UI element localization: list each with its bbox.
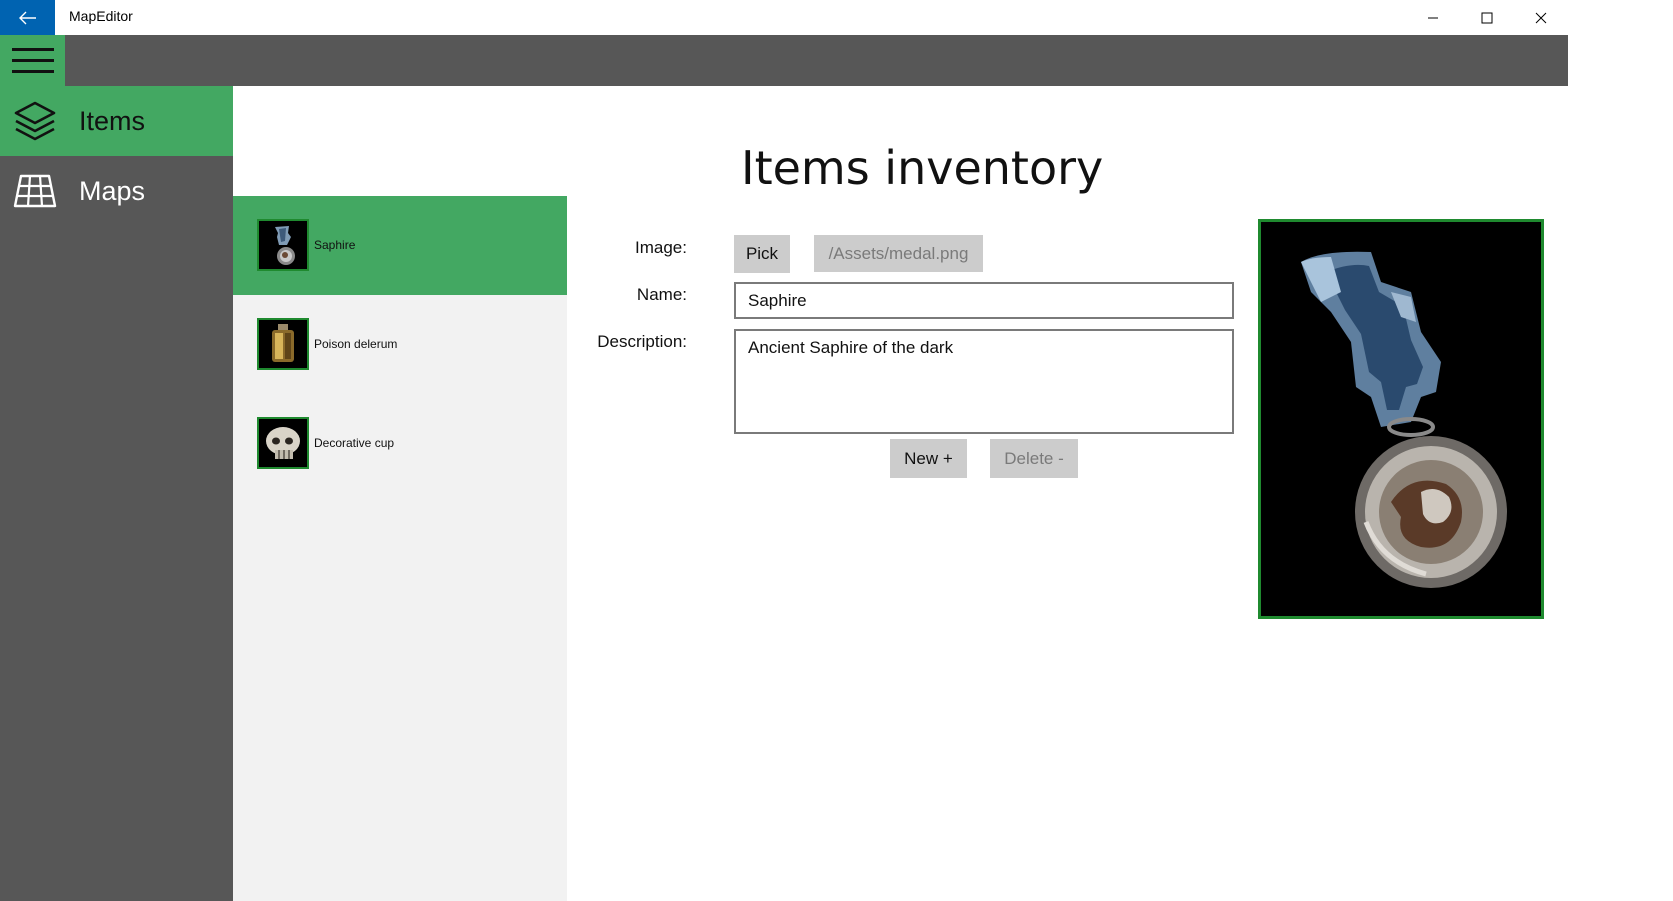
image-path-field: /Assets/medal.png <box>814 235 983 272</box>
description-label: Description: <box>597 332 687 351</box>
hamburger-line <box>11 70 54 73</box>
minimize-icon <box>1428 17 1438 18</box>
nav-item-label: Items <box>79 105 146 136</box>
pick-image-button[interactable]: Pick <box>734 235 790 273</box>
header-bar <box>0 35 1568 86</box>
hamburger-line <box>11 59 54 62</box>
nav-item-label: Maps <box>79 175 146 206</box>
hamburger-line <box>11 48 54 51</box>
hamburger-menu-button[interactable] <box>0 35 65 86</box>
grid-map-icon <box>13 174 57 208</box>
close-icon <box>1535 12 1547 23</box>
minimize-button[interactable] <box>1406 0 1460 35</box>
list-item[interactable]: Poison delerum <box>233 295 567 394</box>
list-item-name: Decorative cup <box>314 436 395 450</box>
list-item[interactable]: Decorative cup <box>233 394 567 493</box>
item-list: Saphire Poison delerum Decorative cup <box>233 196 567 901</box>
new-item-button[interactable]: New + <box>890 439 967 478</box>
description-input[interactable]: Ancient Saphire of the dark <box>734 329 1234 434</box>
image-label: Image: <box>635 238 687 257</box>
list-item[interactable]: Saphire <box>233 196 567 295</box>
skull-cup-icon <box>257 417 309 469</box>
window-edge <box>1568 0 1673 901</box>
list-item-name: Saphire <box>314 238 356 252</box>
title-bar: MapEditor <box>0 0 1673 35</box>
medal-icon <box>1261 222 1541 616</box>
close-button[interactable] <box>1514 0 1568 35</box>
medal-icon <box>257 219 309 271</box>
delete-item-button[interactable]: Delete - <box>990 439 1078 478</box>
window-title: MapEditor <box>69 8 133 24</box>
nav-pane: Items Maps <box>0 86 233 901</box>
list-item-name: Poison delerum <box>314 337 398 351</box>
maximize-button[interactable] <box>1460 0 1514 35</box>
back-arrow-icon <box>18 11 36 24</box>
back-button[interactable] <box>0 0 55 35</box>
maximize-icon <box>1481 12 1493 23</box>
item-image-preview <box>1258 219 1544 619</box>
name-input[interactable] <box>734 282 1234 319</box>
page-title: Items inventory <box>741 141 1104 195</box>
nav-item-items[interactable]: Items <box>0 86 233 156</box>
flask-icon <box>257 318 309 370</box>
nav-item-maps[interactable]: Maps <box>0 156 233 226</box>
name-label: Name: <box>636 285 687 304</box>
layers-icon <box>14 101 56 141</box>
